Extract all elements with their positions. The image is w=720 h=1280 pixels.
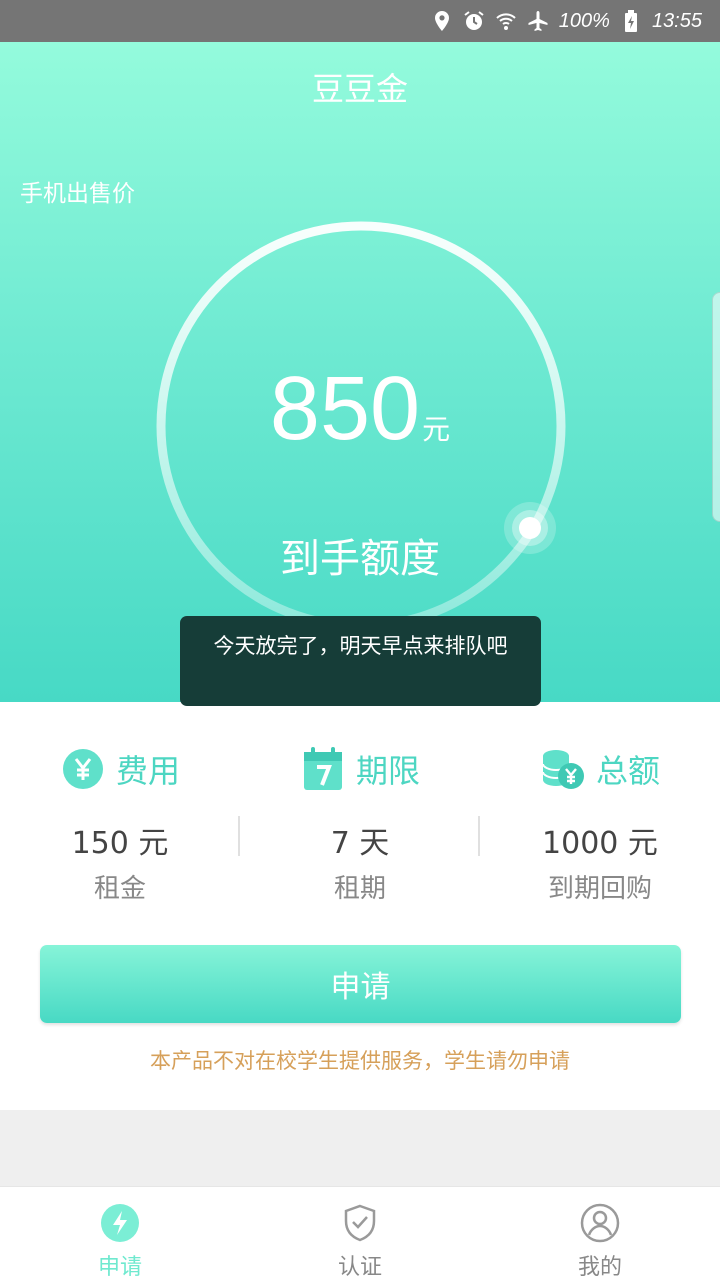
term-value: 7 天 xyxy=(330,826,390,861)
battery-percent: 100% xyxy=(558,9,610,32)
user-icon xyxy=(580,1203,620,1243)
info-card: 费用 150 元 租金 期限 7 天 租期 总额 1000 元 到期回购 申请 … xyxy=(0,702,720,1110)
total-value: 1000 元 xyxy=(542,826,658,861)
toast-message: 今天放完了，明天早点来排队吧 xyxy=(180,616,541,706)
lightning-icon xyxy=(100,1203,140,1243)
alarm-icon xyxy=(463,10,485,32)
calendar-icon xyxy=(300,746,346,792)
fee-title: 费用 xyxy=(115,752,180,790)
amount-label: 到手额度 xyxy=(280,536,440,582)
tab-apply[interactable]: 申请 xyxy=(0,1187,240,1280)
tab-mine[interactable]: 我的 xyxy=(480,1187,720,1280)
amount-value: 850 xyxy=(269,359,421,459)
amount-unit: 元 xyxy=(422,413,451,446)
amount-display: 850元 xyxy=(0,364,720,454)
hero-section: 豆豆金 手机出售价 850元 到手额度 xyxy=(0,42,720,702)
page-title: 豆豆金 xyxy=(311,70,408,108)
bottom-tab-bar: 申请 认证 我的 xyxy=(0,1186,720,1280)
clock: 13:55 xyxy=(651,9,702,32)
total-title: 总额 xyxy=(595,752,660,790)
status-bar: 100% 13:55 xyxy=(0,0,720,42)
tab-apply-label: 申请 xyxy=(97,1255,142,1280)
location-icon xyxy=(431,10,453,32)
wifi-icon xyxy=(495,10,517,32)
tab-mine-label: 我的 xyxy=(577,1255,622,1280)
yen-icon xyxy=(60,746,106,792)
apply-button[interactable]: 申请 xyxy=(40,945,681,1023)
fee-sub: 租金 xyxy=(93,874,146,904)
tab-verify[interactable]: 认证 xyxy=(240,1187,480,1280)
student-notice: 本产品不对在校学生提供服务，学生请勿申请 xyxy=(150,1049,570,1073)
shield-check-icon xyxy=(340,1203,380,1243)
battery-icon xyxy=(620,10,642,32)
term-title: 期限 xyxy=(355,752,420,790)
phone-price-label: 手机出售价 xyxy=(20,181,135,207)
fee-value: 150 元 xyxy=(71,826,169,861)
tab-verify-label: 认证 xyxy=(337,1255,382,1280)
term-sub: 租期 xyxy=(333,874,386,904)
coins-icon xyxy=(540,746,586,792)
airplane-icon xyxy=(527,10,549,32)
total-sub: 到期回购 xyxy=(547,874,652,904)
